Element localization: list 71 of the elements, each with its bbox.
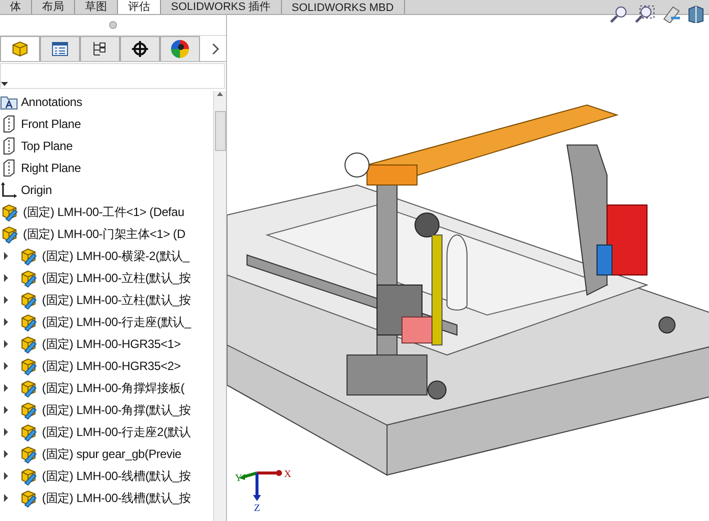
component-icon	[0, 202, 20, 222]
z-axis-arrow	[253, 473, 261, 501]
tree-item[interactable]: (固定) LMH-00-横梁-2(默认_	[42, 248, 190, 264]
scroll-thumb[interactable]	[214, 111, 226, 151]
component-icon	[19, 378, 39, 398]
tree-item[interactable]: (固定) LMH-00-HGR35<2>	[42, 358, 181, 374]
assembly-icon	[11, 40, 29, 58]
ribbon-tab[interactable]: 评估	[118, 0, 161, 14]
list-icon	[51, 40, 69, 58]
component-icon	[19, 312, 39, 332]
tree-item[interactable]: (固定) LMH-00-立柱(默认_按	[42, 292, 191, 308]
annotation-folder-icon	[0, 94, 18, 110]
display-style-icon[interactable]	[687, 5, 705, 23]
component-icon	[19, 400, 39, 420]
component-icon	[19, 334, 39, 354]
expand-arrow-icon[interactable]	[4, 406, 8, 414]
tree-item[interactable]: (固定) LMH-00-角撑焊接板(	[42, 380, 184, 396]
crosshair-icon	[131, 40, 149, 58]
component-icon	[19, 356, 39, 376]
expand-arrow-icon[interactable]	[4, 384, 8, 392]
expand-arrow-icon[interactable]	[4, 362, 8, 370]
panel-tab[interactable]	[160, 36, 200, 61]
color-ball-icon	[170, 39, 190, 59]
tree-item[interactable]: (固定) LMH-00-HGR35<1>	[42, 336, 181, 352]
component-icon	[0, 224, 20, 244]
tree-item[interactable]: (固定) LMH-00-门架主体<1> (D	[23, 226, 186, 242]
panel-tab[interactable]	[80, 36, 120, 61]
tree-item[interactable]: (固定) LMH-00-线槽(默认_按	[42, 468, 191, 484]
scroll-up-icon[interactable]	[216, 91, 224, 97]
tree-item[interactable]: (固定) LMH-00-工件<1> (Defau	[23, 204, 184, 220]
expand-arrow-icon[interactable]	[4, 472, 8, 480]
zoom-icon[interactable]	[609, 5, 629, 23]
expand-arrow-icon[interactable]	[4, 494, 8, 502]
tree-item[interactable]: (固定) LMH-00-线槽(默认_按	[42, 490, 191, 506]
x-axis-arrow	[257, 470, 282, 476]
component-icon	[19, 488, 39, 508]
scrollbar[interactable]	[213, 91, 226, 521]
expand-arrow-icon[interactable]	[4, 340, 8, 348]
expand-arrow-icon[interactable]	[4, 318, 8, 326]
component-icon	[19, 444, 39, 464]
tree-item[interactable]: (固定) spur gear_gb(Previe	[42, 446, 182, 462]
tree-item[interactable]: Top Plane	[21, 139, 73, 153]
tree-item[interactable]: (固定) LMH-00-行走座2(默认	[42, 424, 191, 440]
expand-arrow-icon[interactable]	[4, 274, 8, 282]
panel-tab[interactable]	[120, 36, 160, 61]
component-icon	[19, 466, 39, 486]
z-axis-label: Z	[254, 503, 260, 513]
chevron-right-icon[interactable]	[212, 42, 220, 54]
zoom-box-icon[interactable]	[635, 5, 655, 23]
tree-item[interactable]: (固定) LMH-00-角撑(默认_按	[42, 402, 191, 418]
view-orientation-icon[interactable]	[661, 5, 681, 23]
filter-field[interactable]	[0, 63, 225, 89]
panel-handle[interactable]	[109, 21, 117, 29]
x-axis-label: X	[284, 469, 292, 480]
component-icon	[19, 246, 39, 266]
tree-item[interactable]: Front Plane	[21, 117, 81, 131]
tree-item[interactable]: (固定) LMH-00-行走座(默认_	[42, 314, 191, 330]
expand-arrow-icon[interactable]	[4, 450, 8, 458]
expand-arrow-icon[interactable]	[4, 428, 8, 436]
component-icon	[19, 422, 39, 442]
tree-item[interactable]: (固定) LMH-00-立柱(默认_按	[42, 270, 191, 286]
expand-arrow-icon[interactable]	[4, 296, 8, 304]
dropdown-icon	[1, 80, 9, 88]
tree-item[interactable]: Origin	[21, 183, 52, 197]
component-icon	[19, 290, 39, 310]
component-icon	[19, 268, 39, 288]
expand-arrow-icon[interactable]	[4, 252, 8, 260]
tree-item[interactable]: Right Plane	[21, 161, 81, 175]
tree-item[interactable]: Annotations	[21, 95, 82, 109]
y-axis-label: Y	[235, 473, 242, 484]
origin-icon	[0, 181, 18, 199]
